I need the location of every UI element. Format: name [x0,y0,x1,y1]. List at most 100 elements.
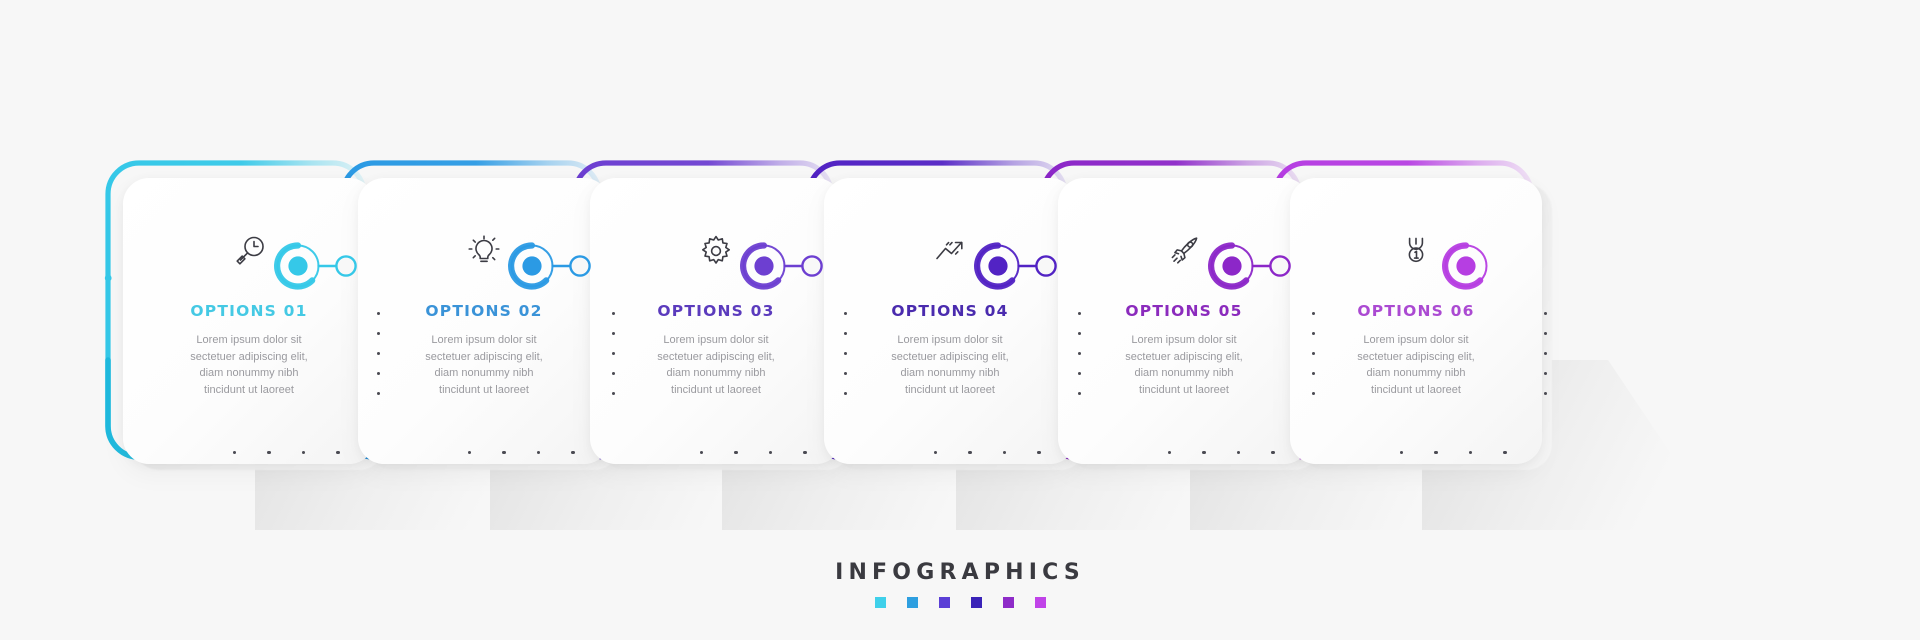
trending-up-icon [927,228,973,274]
dot [1271,451,1275,455]
footer-swatch-3 [938,597,950,608]
dot [1078,312,1081,315]
option-description: Lorem ipsum dolor sit sectetuer adipiscin… [621,332,811,398]
step-connector-6[interactable] [1436,236,1556,296]
dot [844,312,847,315]
dot [468,451,472,455]
dot [377,392,380,395]
step-connector-1[interactable] [268,236,388,296]
option-description: Lorem ipsum dolor sit sectetuer adipiscin… [855,332,1045,398]
option-description-line: sectetuer adipiscing elit, [891,350,1009,363]
dot [336,451,340,455]
dot [377,352,380,355]
option-description-line: diam nonummy nibh [1134,367,1234,379]
dot [934,451,938,455]
dot [612,332,615,335]
card-content: OPTIONS 05 Lorem ipsum dolor sit sectetuer… [1058,178,1310,464]
footer-swatch-5 [1002,597,1014,608]
dot [502,451,506,455]
dot [377,372,380,375]
card-content: OPTIONS 02 Lorem ipsum dolor sit sectetuer… [358,178,610,464]
card-content: OPTIONS 04 Lorem ipsum dolor sit sectetuer… [824,178,1076,464]
footer: INFOGRAPHICS [0,560,1920,608]
option-title: OPTIONS 05 [1125,302,1243,320]
dot [844,332,847,335]
medal-icon [1393,228,1439,274]
dot [1168,451,1172,455]
gear-icon [693,228,739,274]
option-description-line: Lorem ipsum dolor sit [663,334,769,346]
dot [1434,451,1438,455]
footer-swatch-4 [970,597,982,608]
dot [571,451,575,455]
card-dot-row [1168,451,1275,455]
option-description: Lorem ipsum dolor sit sectetuer adipiscin… [1089,332,1279,398]
dot [233,451,237,455]
option-description: Lorem ipsum dolor sit sectetuer adipiscin… [1321,332,1511,398]
option-description-line: diam nonummy nibh [1366,367,1466,379]
infographic-canvas: OPTIONS 01 Lorem ipsum dolor sit sectetuer… [0,0,1920,640]
option-description-line: diam nonummy nibh [900,367,1000,379]
dot [844,392,847,395]
dot [301,451,306,455]
option-title: OPTIONS 02 [425,302,543,320]
dot [734,451,738,455]
dot [1544,332,1547,335]
option-title: OPTIONS 04 [891,302,1009,320]
step-connector-3[interactable] [734,236,854,296]
card-dot-column [377,312,380,395]
option-description-line: diam nonummy nibh [199,367,299,379]
option-description-line: diam nonummy nibh [434,367,534,379]
footer-title: INFOGRAPHICS [835,560,1085,585]
dot [612,352,615,355]
card-content: OPTIONS 03 Lorem ipsum dolor sit sectetuer… [590,178,842,464]
option-description-line: Lorem ipsum dolor sit [1363,334,1469,346]
card-dot-column [1312,312,1315,395]
dot [1544,352,1547,355]
option-title: OPTIONS 06 [1357,302,1475,320]
dot [1002,451,1007,455]
card-content: OPTIONS 06 Lorem ipsum dolor sit sectetuer… [1290,178,1542,464]
option-description-line: tincidunt ut laoreet [204,383,294,396]
option-description-line: tincidunt ut laoreet [1371,383,1461,396]
dot [1236,451,1241,455]
card-dot-row [233,451,340,455]
option-description-line: sectetuer adipiscing elit, [190,350,308,363]
dot [1202,451,1206,455]
dot [968,451,972,455]
step-connector-4[interactable] [968,236,1088,296]
step-connector-5[interactable] [1202,236,1322,296]
dot [1037,451,1041,455]
option-description-line: tincidunt ut laoreet [439,383,529,396]
card-dot-row [934,451,1041,455]
dot [1400,451,1404,455]
step-connector-2[interactable] [502,236,622,296]
option-description-line: tincidunt ut laoreet [671,383,761,396]
dot [1468,451,1473,455]
dot [267,451,271,455]
card-content: OPTIONS 01 Lorem ipsum dolor sit sectetuer… [123,178,375,464]
steps-strip: OPTIONS 01 Lorem ipsum dolor sit sectetuer… [0,160,1920,530]
card-dot-column [612,312,615,395]
card-dot-row [700,451,807,455]
dot [844,352,847,355]
option-description-line: sectetuer adipiscing elit, [657,350,775,363]
dot [377,332,380,335]
dot [1544,372,1547,375]
dot [1312,312,1315,315]
option-description: Lorem ipsum dolor sit sectetuer adipiscin… [154,332,344,398]
dot [1078,352,1081,355]
footer-swatch-1 [874,597,886,608]
option-description-line: tincidunt ut laoreet [905,383,995,396]
dot [612,312,615,315]
dot [700,451,704,455]
footer-swatch-2 [906,597,918,608]
dot [612,372,615,375]
dot [1544,392,1547,395]
dot [612,392,615,395]
card-dot-column [1544,312,1547,395]
option-description-line: sectetuer adipiscing elit, [1357,350,1475,363]
step-card-6[interactable]: OPTIONS 06 Lorem ipsum dolor sit sectetuer… [1271,160,1722,530]
footer-swatch-6 [1034,597,1046,608]
magnifier-clock-icon [226,228,272,274]
